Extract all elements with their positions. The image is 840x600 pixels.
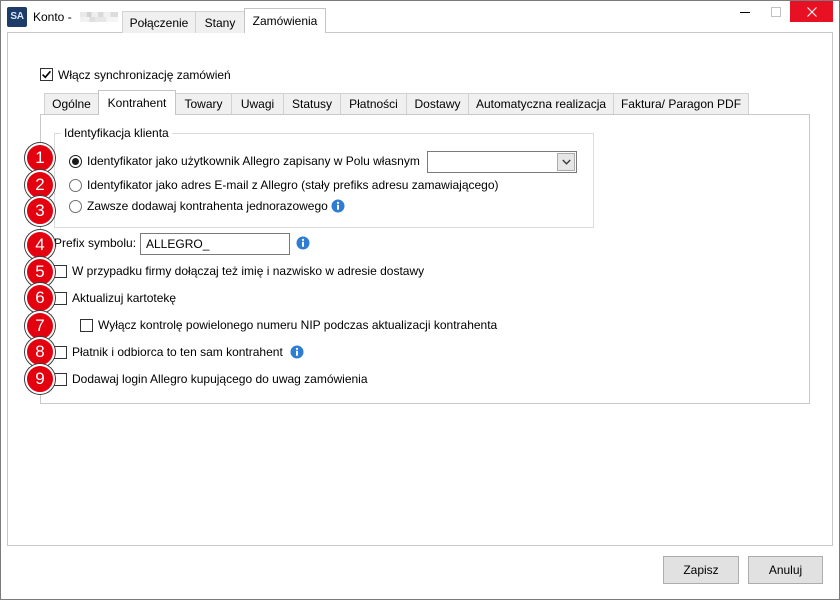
radio-one-time-contractor-label[interactable]: Zawsze dodawaj kontrahenta jednorazowego xyxy=(87,199,328,213)
tab-stany[interactable]: Stany xyxy=(195,11,245,33)
tab-label: Połączenie xyxy=(129,15,189,30)
radio-one-time-contractor[interactable] xyxy=(69,200,82,213)
tab-label: Ogólne xyxy=(52,97,91,111)
tab-label: Płatności xyxy=(349,97,398,111)
tab-label: Dostawy xyxy=(414,97,461,111)
add-buyer-login-checkbox[interactable] xyxy=(54,373,67,386)
radio-id-allegro-user-label[interactable]: Identyfikator jako użytkownik Allegro za… xyxy=(87,154,420,168)
prefix-input[interactable]: ALLEGRO_ xyxy=(140,233,290,255)
annotation-badge: 4 xyxy=(25,230,55,260)
sync-orders-label[interactable]: Włącz synchronizację zamówień xyxy=(58,68,231,82)
payer-same-as-recipient-checkbox[interactable] xyxy=(54,346,67,359)
annotation-badge: 6 xyxy=(25,283,55,313)
checkmark-icon xyxy=(42,70,52,79)
company-add-name-label[interactable]: W przypadku firmy dołączaj też imię i na… xyxy=(72,264,424,278)
annotation-badge: 1 xyxy=(25,143,55,173)
disable-nip-check-checkbox[interactable] xyxy=(80,319,93,332)
custom-field-dropdown-button[interactable] xyxy=(557,153,575,171)
payer-same-as-recipient-label[interactable]: Płatnik i odbiorca to ten sam kontrahent xyxy=(72,345,283,359)
sync-orders-checkbox[interactable] xyxy=(40,68,53,81)
disable-nip-check-label[interactable]: Wyłącz kontrolę powielonego numeru NIP p… xyxy=(98,318,497,332)
close-button[interactable] xyxy=(790,1,833,22)
window-title: Konto - xyxy=(33,10,72,24)
save-button[interactable]: Zapisz xyxy=(663,556,739,584)
tab-label: Automatyczna realizacja xyxy=(475,97,607,111)
tab-label: Stany xyxy=(204,15,236,30)
tab-towary[interactable]: Towary xyxy=(175,93,232,114)
client-identification-title: Identyfikacja klienta xyxy=(61,126,172,140)
account-settings-window: SA Konto - Połączenie Stany Zamówienia W… xyxy=(0,0,840,600)
info-icon[interactable] xyxy=(290,345,304,359)
update-records-label[interactable]: Aktualizuj kartotekę xyxy=(72,291,176,305)
tab-label: Uwagi xyxy=(240,97,275,111)
radio-id-allegro-user[interactable] xyxy=(69,155,82,168)
annotation-badge: 3 xyxy=(25,196,55,226)
chevron-down-icon xyxy=(561,159,571,165)
cancel-button[interactable]: Anuluj xyxy=(748,556,823,584)
radio-id-email-label[interactable]: Identyfikator jako adres E-mail z Allegr… xyxy=(87,178,499,192)
tab-faktura-paragon-pdf[interactable]: Faktura/ Paragon PDF xyxy=(613,93,749,114)
app-icon: SA xyxy=(7,7,27,27)
company-add-name-checkbox[interactable] xyxy=(54,265,67,278)
tab-kontrahent[interactable]: Kontrahent xyxy=(98,90,176,115)
custom-field-dropdown[interactable] xyxy=(427,151,577,173)
prefix-value: ALLEGRO_ xyxy=(146,237,210,251)
tab-label: Statusy xyxy=(291,97,333,111)
tab-ogolne[interactable]: Ogólne xyxy=(44,93,99,114)
redacted-account-name xyxy=(80,12,118,22)
update-records-checkbox[interactable] xyxy=(54,292,67,305)
prefix-label: Prefix symbolu: xyxy=(54,236,137,250)
tab-label: Kontrahent xyxy=(107,96,167,110)
tab-dostawy[interactable]: Dostawy xyxy=(406,93,469,114)
info-icon[interactable] xyxy=(296,236,310,250)
tab-polaczenie[interactable]: Połączenie xyxy=(122,11,196,33)
minimize-button[interactable] xyxy=(731,1,759,22)
tab-label: Faktura/ Paragon PDF xyxy=(620,97,742,111)
annotation-badge: 8 xyxy=(25,337,55,367)
tab-uwagi[interactable]: Uwagi xyxy=(231,93,284,114)
annotation-badge: 9 xyxy=(25,364,55,394)
radio-dot xyxy=(72,158,79,165)
maximize-button xyxy=(762,1,790,22)
add-buyer-login-label[interactable]: Dodawaj login Allegro kupującego do uwag… xyxy=(72,372,368,386)
close-icon xyxy=(806,6,817,17)
tab-label: Towary xyxy=(184,97,223,111)
maximize-icon xyxy=(771,6,781,17)
tab-automatyczna-realizacja[interactable]: Automatyczna realizacja xyxy=(468,93,614,114)
tab-statusy[interactable]: Statusy xyxy=(283,93,341,114)
tab-label: Zamówienia xyxy=(252,14,318,28)
radio-id-email[interactable] xyxy=(69,179,82,192)
tab-zamowienia[interactable]: Zamówienia xyxy=(244,8,326,33)
info-icon[interactable] xyxy=(331,199,345,213)
tab-platnosci[interactable]: Płatności xyxy=(340,93,407,114)
minimize-icon xyxy=(740,11,750,13)
